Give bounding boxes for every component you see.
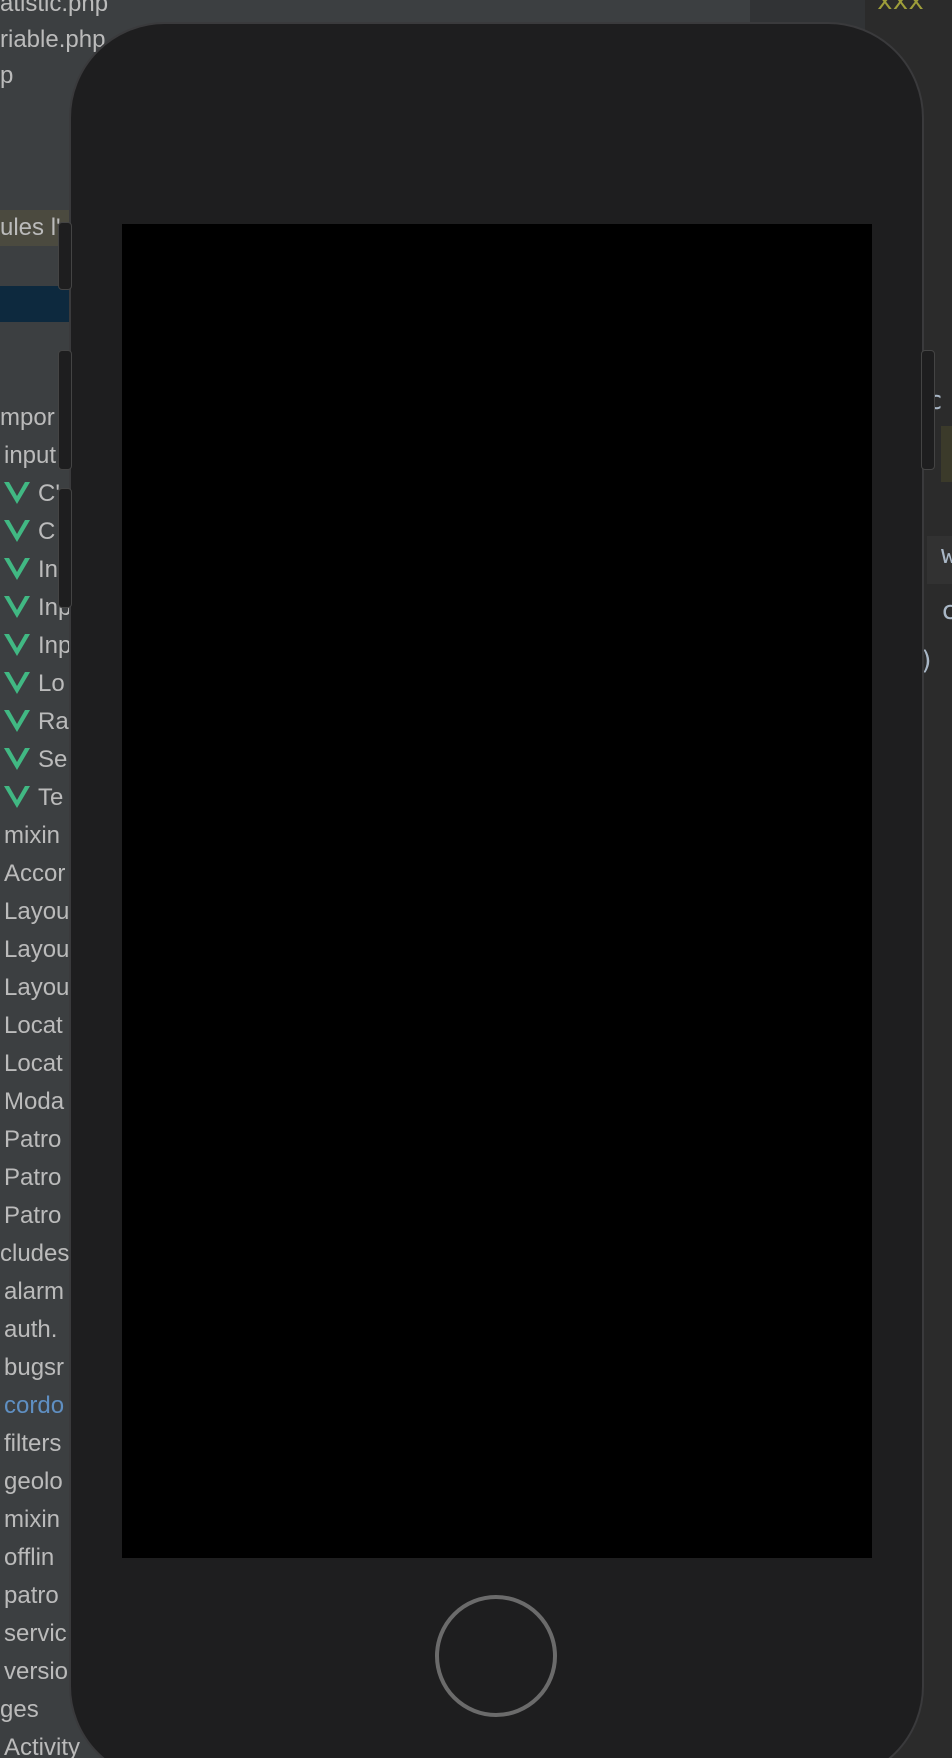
tree-item-label: Locat [4, 1012, 63, 1039]
tree-item[interactable]: Accor [4, 856, 65, 892]
tree-item[interactable]: filters [4, 1426, 61, 1462]
tree-item[interactable]: Layou [4, 932, 69, 968]
tree-item[interactable]: Patro [4, 1160, 61, 1196]
tree-item[interactable]: ges [0, 1692, 39, 1728]
vue-icon [4, 596, 30, 618]
vue-file-item[interactable]: Lo [4, 666, 65, 702]
tree-item-label: Lo [38, 670, 65, 697]
tree-item-label: filters [4, 1430, 62, 1457]
tree-item[interactable]: mixin [4, 818, 60, 854]
tree-item-label: offlin [4, 1544, 55, 1571]
tree-item-label: In [38, 556, 59, 583]
tree-item-label: versio [4, 1658, 69, 1685]
mute-switch[interactable] [58, 222, 72, 290]
volume-up-button[interactable] [58, 350, 72, 470]
tree-item-label: Se [38, 746, 68, 773]
tree-item-label: C [38, 518, 56, 545]
vue-icon [4, 786, 30, 808]
tree-item[interactable]: offlin [4, 1540, 54, 1576]
tree-item[interactable]: versio [4, 1654, 68, 1690]
tree-item-label: geolo [4, 1468, 63, 1495]
tree-item[interactable]: Activity [4, 1730, 80, 1758]
tree-item-label: Layou [4, 974, 70, 1001]
tree-item[interactable]: cludes [0, 1236, 69, 1272]
tree-item-label: patro [4, 1582, 59, 1609]
tree-item-label: Locat [4, 1050, 63, 1077]
vue-file-item[interactable]: In [4, 552, 58, 588]
file-item[interactable]: atistic.php [0, 0, 108, 22]
tree-item-label: bugsr [4, 1354, 65, 1381]
tree-item-label: mixin [4, 1506, 61, 1533]
tree-item[interactable]: patro [4, 1578, 59, 1614]
desktop: atistic.php riable.php p ules l' mpor in… [0, 0, 952, 1758]
folder-item[interactable]: mpor [0, 400, 55, 436]
tree-item[interactable]: input [4, 438, 56, 474]
tree-item-label: Patro [4, 1126, 62, 1153]
tree-item-label: cludes [0, 1240, 70, 1267]
tree-item[interactable]: mixin [4, 1502, 60, 1538]
tree-item-label: ges [0, 1696, 39, 1723]
power-button[interactable] [921, 350, 935, 470]
tree-item-label: alarm [4, 1278, 65, 1305]
tree-item[interactable]: geolo [4, 1464, 63, 1500]
tree-item[interactable]: Locat [4, 1008, 63, 1044]
volume-down-button[interactable] [58, 488, 72, 608]
home-button[interactable] [435, 1595, 557, 1717]
tree-item[interactable]: Locat [4, 1046, 63, 1082]
editor-line: xxx [877, 0, 924, 16]
vue-file-item[interactable]: Ra [4, 704, 69, 740]
tree-item-label: Te [38, 784, 64, 811]
vue-icon [4, 710, 30, 732]
tree-item[interactable]: Layou [4, 894, 69, 930]
tree-item[interactable]: auth. [4, 1312, 57, 1348]
tree-item-label: auth. [4, 1316, 58, 1343]
vue-icon [4, 558, 30, 580]
tree-item[interactable]: Patro [4, 1122, 61, 1158]
tree-item-label: mixin [4, 822, 61, 849]
tree-item-label: Activity [4, 1734, 81, 1758]
line-highlight [941, 426, 952, 482]
selected-row[interactable] [0, 286, 70, 322]
tree-item-label: Layou [4, 898, 70, 925]
tree-item-label: Patro [4, 1202, 62, 1229]
tree-item-label: cordo [4, 1392, 65, 1419]
tree-item-label: Layou [4, 936, 70, 963]
tree-item-label: Ra [38, 708, 69, 735]
vue-icon [4, 672, 30, 694]
file-item[interactable]: p [0, 58, 13, 94]
tree-item[interactable]: alarm [4, 1274, 64, 1310]
vue-file-item[interactable]: Inp [4, 628, 71, 664]
tree-item-label: Accor [4, 860, 66, 887]
tree-item-label: Moda [4, 1088, 65, 1115]
tree-item-label: Patro [4, 1164, 62, 1191]
tree-item[interactable]: bugsr [4, 1350, 64, 1386]
tree-item-label: Inp [38, 632, 72, 659]
file-item[interactable]: riable.php [0, 22, 105, 58]
editor-line: w [941, 540, 952, 570]
vue-file-item[interactable]: Se [4, 742, 67, 778]
vue-file-item[interactable]: C' [4, 476, 60, 512]
tree-item[interactable]: cordo [4, 1388, 64, 1424]
editor-line: c [941, 596, 952, 626]
tree-item[interactable]: Patro [4, 1198, 61, 1234]
vue-icon [4, 482, 30, 504]
vue-icon [4, 634, 30, 656]
tree-item[interactable]: Layou [4, 970, 69, 1006]
tree-item-label: servic [4, 1620, 67, 1647]
tree-item-label: C' [38, 480, 60, 507]
tree-item[interactable]: servic [4, 1616, 67, 1652]
vue-file-item[interactable]: Te [4, 780, 63, 816]
vue-icon [4, 748, 30, 770]
vue-file-item[interactable]: C [4, 514, 55, 550]
tree-item[interactable]: Moda [4, 1084, 64, 1120]
vue-icon [4, 520, 30, 542]
tree-item-label: input [4, 442, 57, 469]
device-screen[interactable] [122, 224, 872, 1558]
